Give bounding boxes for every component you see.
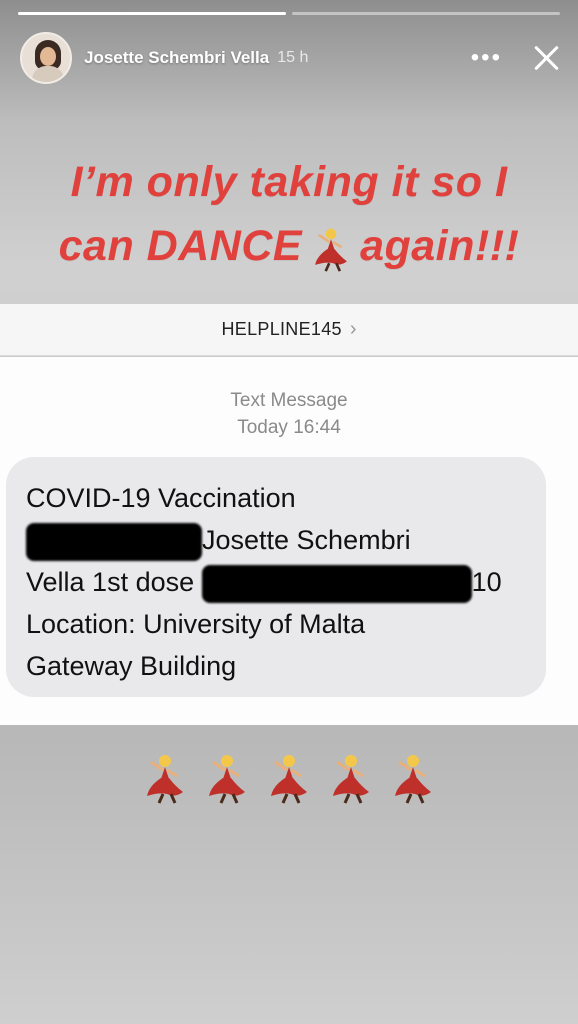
bubble-text-3b: 10 bbox=[471, 567, 502, 597]
story-header: Josette Schembri Vella 15 h ••• bbox=[20, 30, 560, 86]
bubble-text-2: Josette Schembri bbox=[202, 525, 411, 555]
story-caption: I’m only taking it so I can DANCE again!… bbox=[10, 150, 568, 278]
message-type: Text Message bbox=[230, 390, 348, 411]
progress-segment-2 bbox=[292, 12, 560, 15]
bubble-line-5: Gateway Building bbox=[26, 651, 237, 681]
bubble-line-1: COVID-19 Vaccination bbox=[26, 483, 296, 513]
dancer-icon bbox=[147, 755, 183, 804]
progress-segment-1 bbox=[18, 12, 286, 15]
close-icon[interactable] bbox=[532, 44, 560, 72]
redacted-block bbox=[26, 522, 202, 561]
redacted-block bbox=[201, 564, 472, 603]
dancer-icon bbox=[271, 755, 307, 804]
message-timestamp: Today 16:44 bbox=[237, 417, 341, 438]
caption-line-1: I’m only taking it so I bbox=[70, 158, 508, 206]
avatar[interactable] bbox=[20, 32, 72, 84]
caption-line-2: can DANCE again!!! bbox=[10, 214, 568, 278]
bubble-text-3a: Vella 1st dose bbox=[26, 567, 195, 597]
caption-line-2-end: again!!! bbox=[360, 222, 520, 270]
dancer-emoji-row bbox=[0, 752, 578, 804]
sender-name[interactable]: HELPLINE145 bbox=[221, 319, 341, 340]
bubble-line-2: Josette Schembri bbox=[26, 519, 526, 561]
message-meta: Text Message Today 16:44 bbox=[0, 387, 578, 441]
dancer-icon bbox=[315, 228, 348, 272]
dancer-icon bbox=[333, 755, 369, 804]
message-bubble[interactable]: COVID-19 Vaccination Josette Schembri Ve… bbox=[6, 457, 546, 697]
dancer-icon bbox=[395, 755, 431, 804]
message-header[interactable]: HELPLINE145 › bbox=[0, 304, 578, 356]
chevron-right-icon[interactable]: › bbox=[350, 318, 357, 341]
bubble-line-3: Vella 1st dose 10 bbox=[26, 561, 526, 603]
story-progress bbox=[18, 12, 560, 15]
message-body: Text Message Today 16:44 COVID-19 Vaccin… bbox=[0, 357, 578, 725]
post-time: 15 h bbox=[277, 49, 309, 66]
more-options-icon[interactable]: ••• bbox=[471, 46, 502, 70]
caption-line-2-start: can DANCE bbox=[58, 222, 303, 270]
username[interactable]: Josette Schembri Vella bbox=[84, 48, 269, 68]
bubble-line-4: Location: University of Malta bbox=[26, 609, 366, 639]
dancer-icon bbox=[209, 755, 245, 804]
